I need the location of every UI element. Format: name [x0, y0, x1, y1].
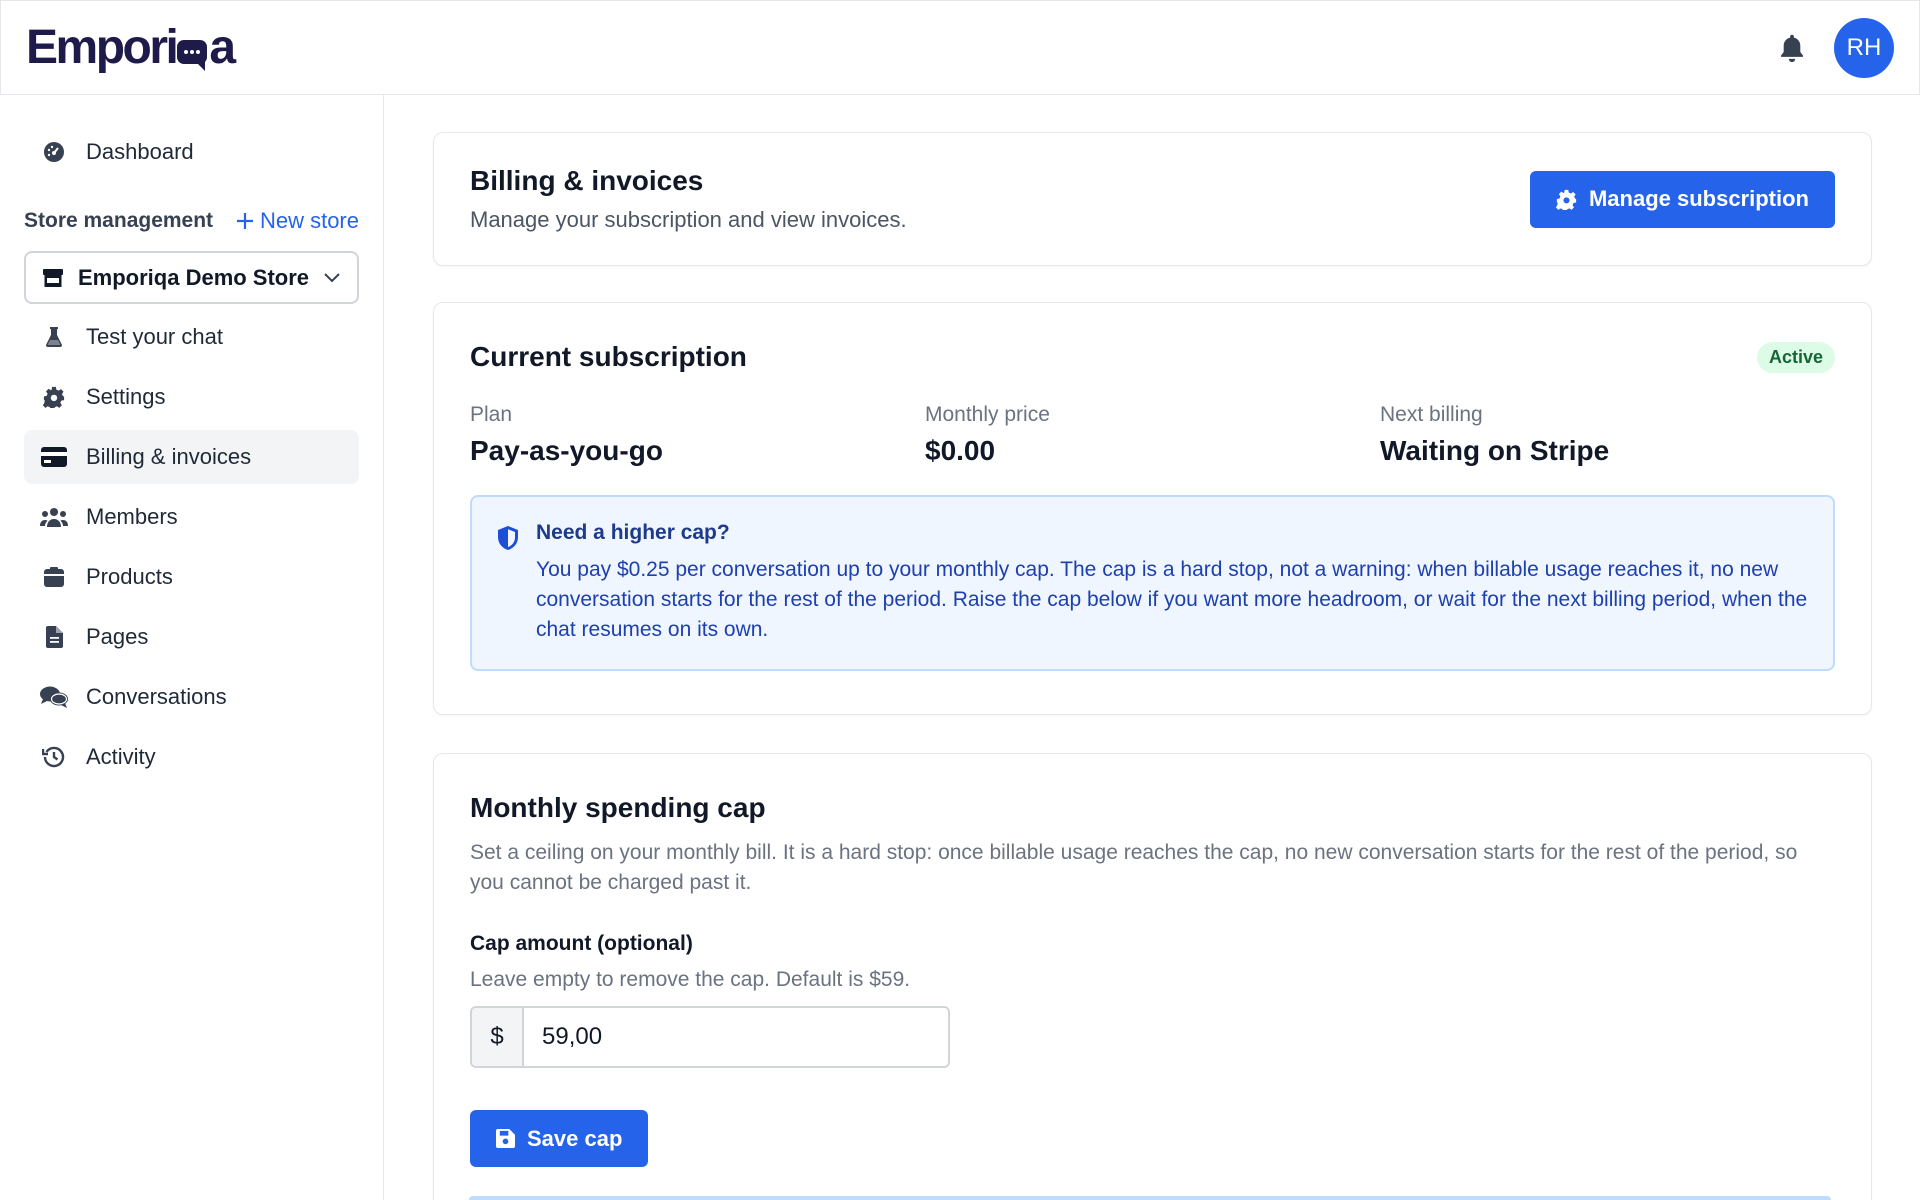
page-title: Billing & invoices [470, 165, 704, 196]
price-label: Monthly price [925, 403, 1050, 426]
gear-icon [40, 386, 68, 408]
sidebar-item-label: Products [86, 564, 173, 589]
sidebar-item-label: Members [86, 504, 178, 529]
sidebar-item-members[interactable]: Members [24, 490, 359, 544]
subscription-stats: Plan Pay-as-you-go Monthly price $0.00 N… [470, 403, 1835, 467]
current-subscription-card: Current subscription Active Plan Pay-as-… [433, 302, 1872, 715]
users-icon [40, 506, 68, 528]
store-selector-value: Emporiqa Demo Store [78, 264, 310, 290]
logo-text-start: Empori [26, 20, 179, 74]
box-icon [40, 567, 68, 587]
user-avatar[interactable]: RH [1834, 17, 1894, 78]
next-billing-value: Waiting on Stripe [1380, 435, 1610, 466]
new-store-label: New store [259, 208, 359, 233]
file-icon [40, 626, 68, 648]
bell-icon [1781, 34, 1803, 62]
plan-label: Plan [470, 403, 513, 426]
history-icon [40, 746, 68, 768]
store-icon [43, 268, 63, 287]
cap-amount-input[interactable] [524, 1008, 948, 1066]
comments-icon [40, 686, 68, 708]
status-badge: Active [1756, 341, 1835, 373]
credit-card-icon [40, 447, 68, 467]
spending-cap-card: Monthly spending cap Set a ceiling on yo… [433, 753, 1872, 1200]
sidebar-item-label: Dashboard [86, 139, 194, 164]
top-header: Empori a RH [0, 0, 1920, 95]
plus-icon [236, 213, 253, 229]
gear-icon [1555, 189, 1577, 210]
cap-field-label: Cap amount (optional) [470, 932, 693, 955]
plan-stat: Plan Pay-as-you-go [470, 403, 925, 467]
manage-subscription-label: Manage subscription [1588, 186, 1809, 211]
sidebar-item-products[interactable]: Products [24, 550, 359, 604]
sidebar-item-activity[interactable]: Activity [24, 730, 359, 784]
plan-value: Pay-as-you-go [470, 435, 663, 466]
notifications-button[interactable] [1774, 30, 1810, 66]
store-selector[interactable]: Emporiqa Demo Store [24, 251, 359, 304]
next-alert-edge [469, 1196, 1831, 1200]
sidebar-item-label: Test your chat [86, 324, 223, 349]
sidebar-item-conversations[interactable]: Conversations [24, 670, 359, 724]
info-text: You pay $0.25 per conversation up to you… [536, 558, 1808, 641]
gauge-icon [40, 141, 68, 163]
save-cap-button[interactable]: Save cap [470, 1110, 649, 1167]
store-management-label: Store management [24, 209, 214, 232]
price-stat: Monthly price $0.00 [925, 403, 1380, 467]
sidebar-item-label: Settings [86, 384, 166, 409]
info-title: Need a higher cap? [536, 521, 730, 544]
next-billing-stat: Next billing Waiting on Stripe [1380, 403, 1835, 467]
sidebar: Dashboard Store management New store Emp… [0, 95, 384, 1200]
save-cap-label: Save cap [527, 1125, 623, 1151]
avatar-initials: RH [1846, 33, 1882, 61]
sidebar-item-billing[interactable]: Billing & invoices [24, 430, 359, 484]
sidebar-item-label: Pages [86, 624, 149, 649]
chevron-down-icon [324, 272, 340, 282]
cap-title: Monthly spending cap [470, 792, 766, 823]
page-header-card: Billing & invoices Manage your subscript… [433, 132, 1872, 266]
flask-icon [40, 326, 68, 348]
sidebar-item-settings[interactable]: Settings [24, 370, 359, 424]
store-management-header: Store management New store [24, 201, 359, 241]
currency-prefix: $ [472, 1008, 524, 1066]
new-store-link[interactable]: New store [236, 208, 359, 234]
cap-info-alert: Need a higher cap? You pay $0.25 per con… [470, 495, 1835, 671]
manage-subscription-button[interactable]: Manage subscription [1529, 170, 1835, 228]
app-logo[interactable]: Empori a [26, 20, 236, 74]
next-billing-label: Next billing [1380, 403, 1483, 426]
page-subtitle: Manage your subscription and view invoic… [470, 207, 907, 232]
logo-text-end: a [209, 20, 236, 74]
sidebar-item-label: Billing & invoices [86, 444, 252, 469]
subscription-title: Current subscription [470, 341, 747, 372]
save-icon [496, 1129, 515, 1148]
cap-input-group: $ [470, 1006, 950, 1068]
cap-description: Set a ceiling on your monthly bill. It i… [470, 841, 1798, 894]
shield-icon [496, 525, 520, 645]
sidebar-item-label: Conversations [86, 684, 227, 709]
main-content: Billing & invoices Manage your subscript… [385, 95, 1920, 1200]
sidebar-item-label: Activity [86, 744, 156, 769]
sidebar-item-pages[interactable]: Pages [24, 610, 359, 664]
price-value: $0.00 [925, 435, 996, 466]
logo-chat-bubble [177, 39, 208, 71]
cap-field-help: Leave empty to remove the cap. Default i… [470, 968, 911, 991]
sidebar-item-test-chat[interactable]: Test your chat [24, 310, 359, 364]
sidebar-item-dashboard[interactable]: Dashboard [24, 125, 359, 179]
